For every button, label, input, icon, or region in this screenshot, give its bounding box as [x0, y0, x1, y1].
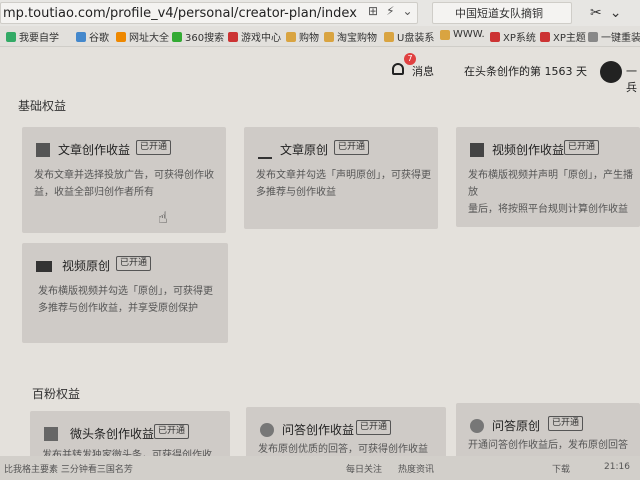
browser-toolbar: mp.toutiao.com/profile_v4/personal/creat… [0, 0, 640, 27]
card-description: 发布横版视频并勾选「原创」，可获得更 多推荐与创作收益，并享受原创保护 [38, 286, 213, 314]
bookmarks-bar: 我要自学 谷歌 网址大全 360搜索 游戏中心 购物 淘宝购物 U盘装系 WWW… [0, 26, 640, 47]
card-description: 发布文章并选择投放广告，可获得创作收 益，收益全部归创作者所有 [34, 170, 214, 198]
bell-icon[interactable] [392, 63, 404, 75]
card-video-income[interactable]: 视频创作收益 已开通 发布横版视频并声明「原创」，产生播放 量后，将按照平台规则计… [456, 127, 640, 227]
bookmark-icon [540, 31, 550, 42]
bookmark-icon [588, 31, 598, 42]
bookmark-item[interactable]: 我要自学 [6, 29, 59, 44]
taskbar: 比我格主要素 三分钟看三国名芳 每日关注 热度资讯 下载 21:16 [0, 456, 640, 480]
taskbar-item[interactable]: 热度资讯 [398, 462, 434, 475]
bookmark-icon [6, 31, 16, 42]
question-icon [470, 419, 484, 433]
bookmark-item[interactable]: 一键重装 [588, 29, 640, 44]
card-title: 视频原创 [62, 259, 111, 273]
bookmark-icon [228, 31, 238, 42]
card-title: 文章创作收益 [58, 143, 131, 157]
creator-plan-page: 7 消息 在头条创作的第 1563 天 一兵 基础权益 文章创作收益 已开通 发… [0, 47, 640, 480]
card-title: 文章原创 [280, 143, 329, 157]
tv-icon [470, 143, 484, 157]
bookmark-icon [490, 31, 500, 42]
bookmark-item[interactable]: U盘装系 [384, 29, 434, 44]
card-video-original[interactable]: 视频原创 已开通 发布横版视频并勾选「原创」，可获得更 多推荐与创作收益，并享受原… [22, 243, 228, 343]
folder-icon [440, 29, 450, 40]
status-badge: 已开通 [548, 416, 584, 431]
chevron-down-icon[interactable]: ⌄ [610, 5, 630, 21]
yuan-icon [44, 427, 58, 441]
yuan-icon [36, 143, 50, 157]
folder-icon [324, 31, 334, 42]
taskbar-item[interactable]: 每日关注 [346, 462, 382, 475]
address-bar-icons: ⊞⚡⌄ [368, 4, 421, 18]
status-badge: 已开通 [136, 140, 172, 155]
status-badge: 已开通 [356, 420, 392, 435]
card-title: 问答原创 [492, 419, 541, 433]
bookmark-icon [76, 31, 86, 42]
messages-link[interactable]: 消息 [412, 63, 434, 79]
lightning-icon[interactable]: ⚡ [386, 4, 402, 18]
basic-rights-title: 基础权益 [18, 99, 67, 113]
status-badge: 已开通 [334, 140, 370, 155]
card-title: 微头条创作收益 [70, 427, 155, 441]
status-badge: 已开通 [116, 256, 152, 271]
fans-rights-title: 百粉权益 [32, 387, 81, 401]
card-description: 开通问答创作收益后，发布原创回答 [468, 440, 628, 451]
bookmark-item[interactable]: 网址大全 [116, 29, 169, 44]
card-title: 视频创作收益 [492, 143, 565, 157]
folder-icon [286, 31, 296, 42]
bookmark-item[interactable]: 淘宝购物 [324, 29, 377, 44]
card-article-income[interactable]: 文章创作收益 已开通 发布文章并选择投放广告，可获得创作收 益，收益全部归创作者所… [22, 127, 226, 233]
bookmark-item[interactable]: XP主题 [540, 29, 586, 44]
taskbar-text[interactable]: 比我格主要素 三分钟看三国名芳 [4, 462, 133, 475]
download-link[interactable]: 下载 [552, 462, 570, 475]
bookmark-item[interactable]: XP系统 [490, 29, 536, 44]
card-description: 发布横版视频并声明「原创」，产生播放 量后，将按照平台规则计算创作收益 [468, 170, 633, 215]
bookmark-item[interactable]: 360搜索 [172, 29, 224, 44]
toolbar-tools: ✂⌄ [590, 5, 629, 21]
clock: 21:16 [604, 462, 630, 472]
avatar[interactable] [600, 61, 622, 83]
bookmark-item[interactable]: 购物 [286, 29, 319, 44]
bookmark-item[interactable]: 谷歌 [76, 29, 109, 44]
bookmark-item[interactable]: 游戏中心 [228, 29, 281, 44]
address-bar[interactable]: mp.toutiao.com/profile_v4/personal/creat… [0, 2, 418, 24]
bookmark-icon [172, 31, 182, 42]
chevron-down-icon[interactable]: ⌄ [403, 4, 421, 18]
search-input[interactable]: 中国短道女队摘铜 [432, 2, 572, 24]
creation-days: 在头条创作的第 1563 天 [464, 65, 587, 78]
card-article-original[interactable]: 文章原创 已开通 发布文章并勾选「声明原创」，可获得更 多推荐与创作收益 [244, 127, 438, 229]
user-name[interactable]: 一兵 [626, 63, 640, 95]
status-badge: 已开通 [154, 424, 190, 439]
video-camera-icon [36, 261, 52, 272]
pen-icon [258, 143, 272, 159]
folder-icon [384, 31, 394, 42]
card-description: 发布文章并勾选「声明原创」，可获得更 多推荐与创作收益 [256, 170, 431, 198]
card-title: 问答创作收益 [282, 423, 355, 437]
bookmark-icon [116, 31, 126, 42]
status-badge: 已开通 [564, 140, 600, 155]
hand-cursor-icon: ☝ [158, 208, 168, 227]
bookmark-item[interactable]: WWW. [440, 29, 485, 40]
scissors-icon[interactable]: ✂ [590, 5, 610, 21]
yuan-icon [260, 423, 274, 437]
grid-icon[interactable]: ⊞ [368, 4, 386, 18]
